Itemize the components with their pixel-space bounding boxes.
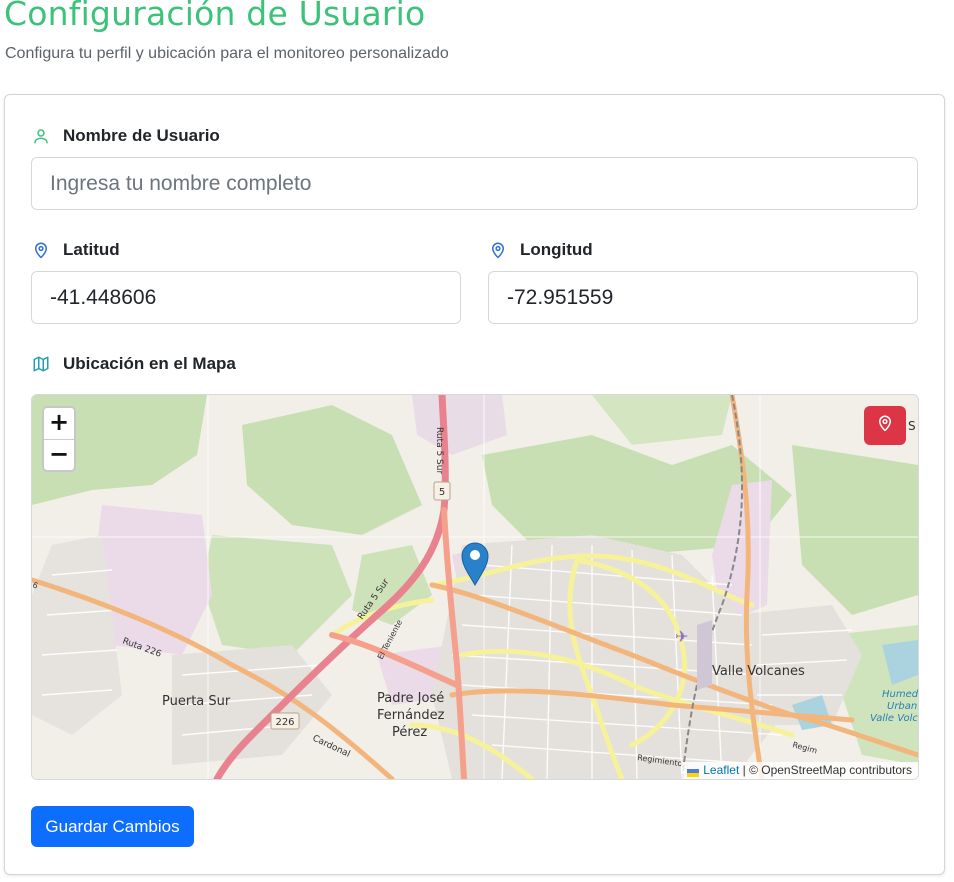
map-pin-icon: [876, 414, 894, 437]
map-label-padre-2: Fernández: [377, 708, 445, 723]
airport-icon: ✈: [675, 627, 688, 646]
map-pin-icon: [32, 241, 50, 259]
page-title: Configuración de Usuario: [4, 0, 426, 33]
map-section-label-text: Ubicación en el Mapa: [63, 354, 236, 373]
latitude-input[interactable]: [31, 271, 461, 324]
map-attribution: Leaflet | © OpenStreetMap contributors: [681, 762, 918, 779]
longitude-label-text: Longitud: [520, 240, 593, 259]
osm-link[interactable]: OpenStreetMap contributors: [761, 763, 912, 777]
page-subtitle: Configura tu perfil y ubicación para el …: [5, 45, 449, 62]
zoom-control: + −: [42, 406, 76, 472]
map-label-padre-3: Pérez: [392, 725, 427, 740]
ukraine-flag-icon: [687, 766, 700, 777]
map-label-s: S: [908, 419, 916, 433]
zoom-in-button[interactable]: +: [44, 408, 74, 440]
longitude-label: Longitud: [489, 240, 593, 260]
map-label-padre-1: Padre José: [377, 691, 444, 706]
user-icon: [32, 127, 50, 145]
save-button[interactable]: Guardar Cambios: [31, 806, 194, 847]
map-label-valle-volcanes: Valle Volcanes: [712, 664, 805, 679]
svg-text:226: 226: [275, 717, 294, 728]
latitude-label-text: Latitud: [63, 240, 120, 259]
route-shield-226: 226: [270, 712, 300, 730]
map-label-ruta-5-sur-a: Ruta 5 Sur: [434, 427, 444, 474]
map-section-label: Ubicación en el Mapa: [32, 354, 236, 374]
map-icon: [32, 355, 50, 373]
locate-button[interactable]: [864, 406, 906, 445]
map-label-humed-3: Valle Volc: [870, 713, 918, 724]
longitude-input[interactable]: [488, 271, 918, 324]
leaflet-link[interactable]: Leaflet: [703, 763, 739, 777]
username-label-text: Nombre de Usuario: [63, 126, 220, 145]
map-pin-icon: [489, 241, 507, 259]
attribution-separator: | ©: [739, 763, 762, 777]
latitude-label: Latitud: [32, 240, 120, 260]
map-label-puerta-sur: Puerta Sur: [162, 694, 231, 709]
username-input[interactable]: [31, 157, 918, 210]
svg-text:5: 5: [439, 487, 445, 498]
map-tiles[interactable]: Valle Volcanes Puerta Sur Padre José Fer…: [32, 395, 918, 779]
map-label-humed-2: Urban: [887, 701, 917, 712]
settings-card: Nombre de Usuario Latitud Longitud Ubica…: [4, 94, 945, 875]
route-shield-5: 5: [433, 481, 451, 501]
zoom-out-button[interactable]: −: [44, 440, 74, 471]
location-map[interactable]: Valle Volcanes Puerta Sur Padre José Fer…: [31, 394, 919, 780]
map-label-humed-1: Humed: [882, 689, 918, 700]
username-label: Nombre de Usuario: [32, 126, 220, 146]
